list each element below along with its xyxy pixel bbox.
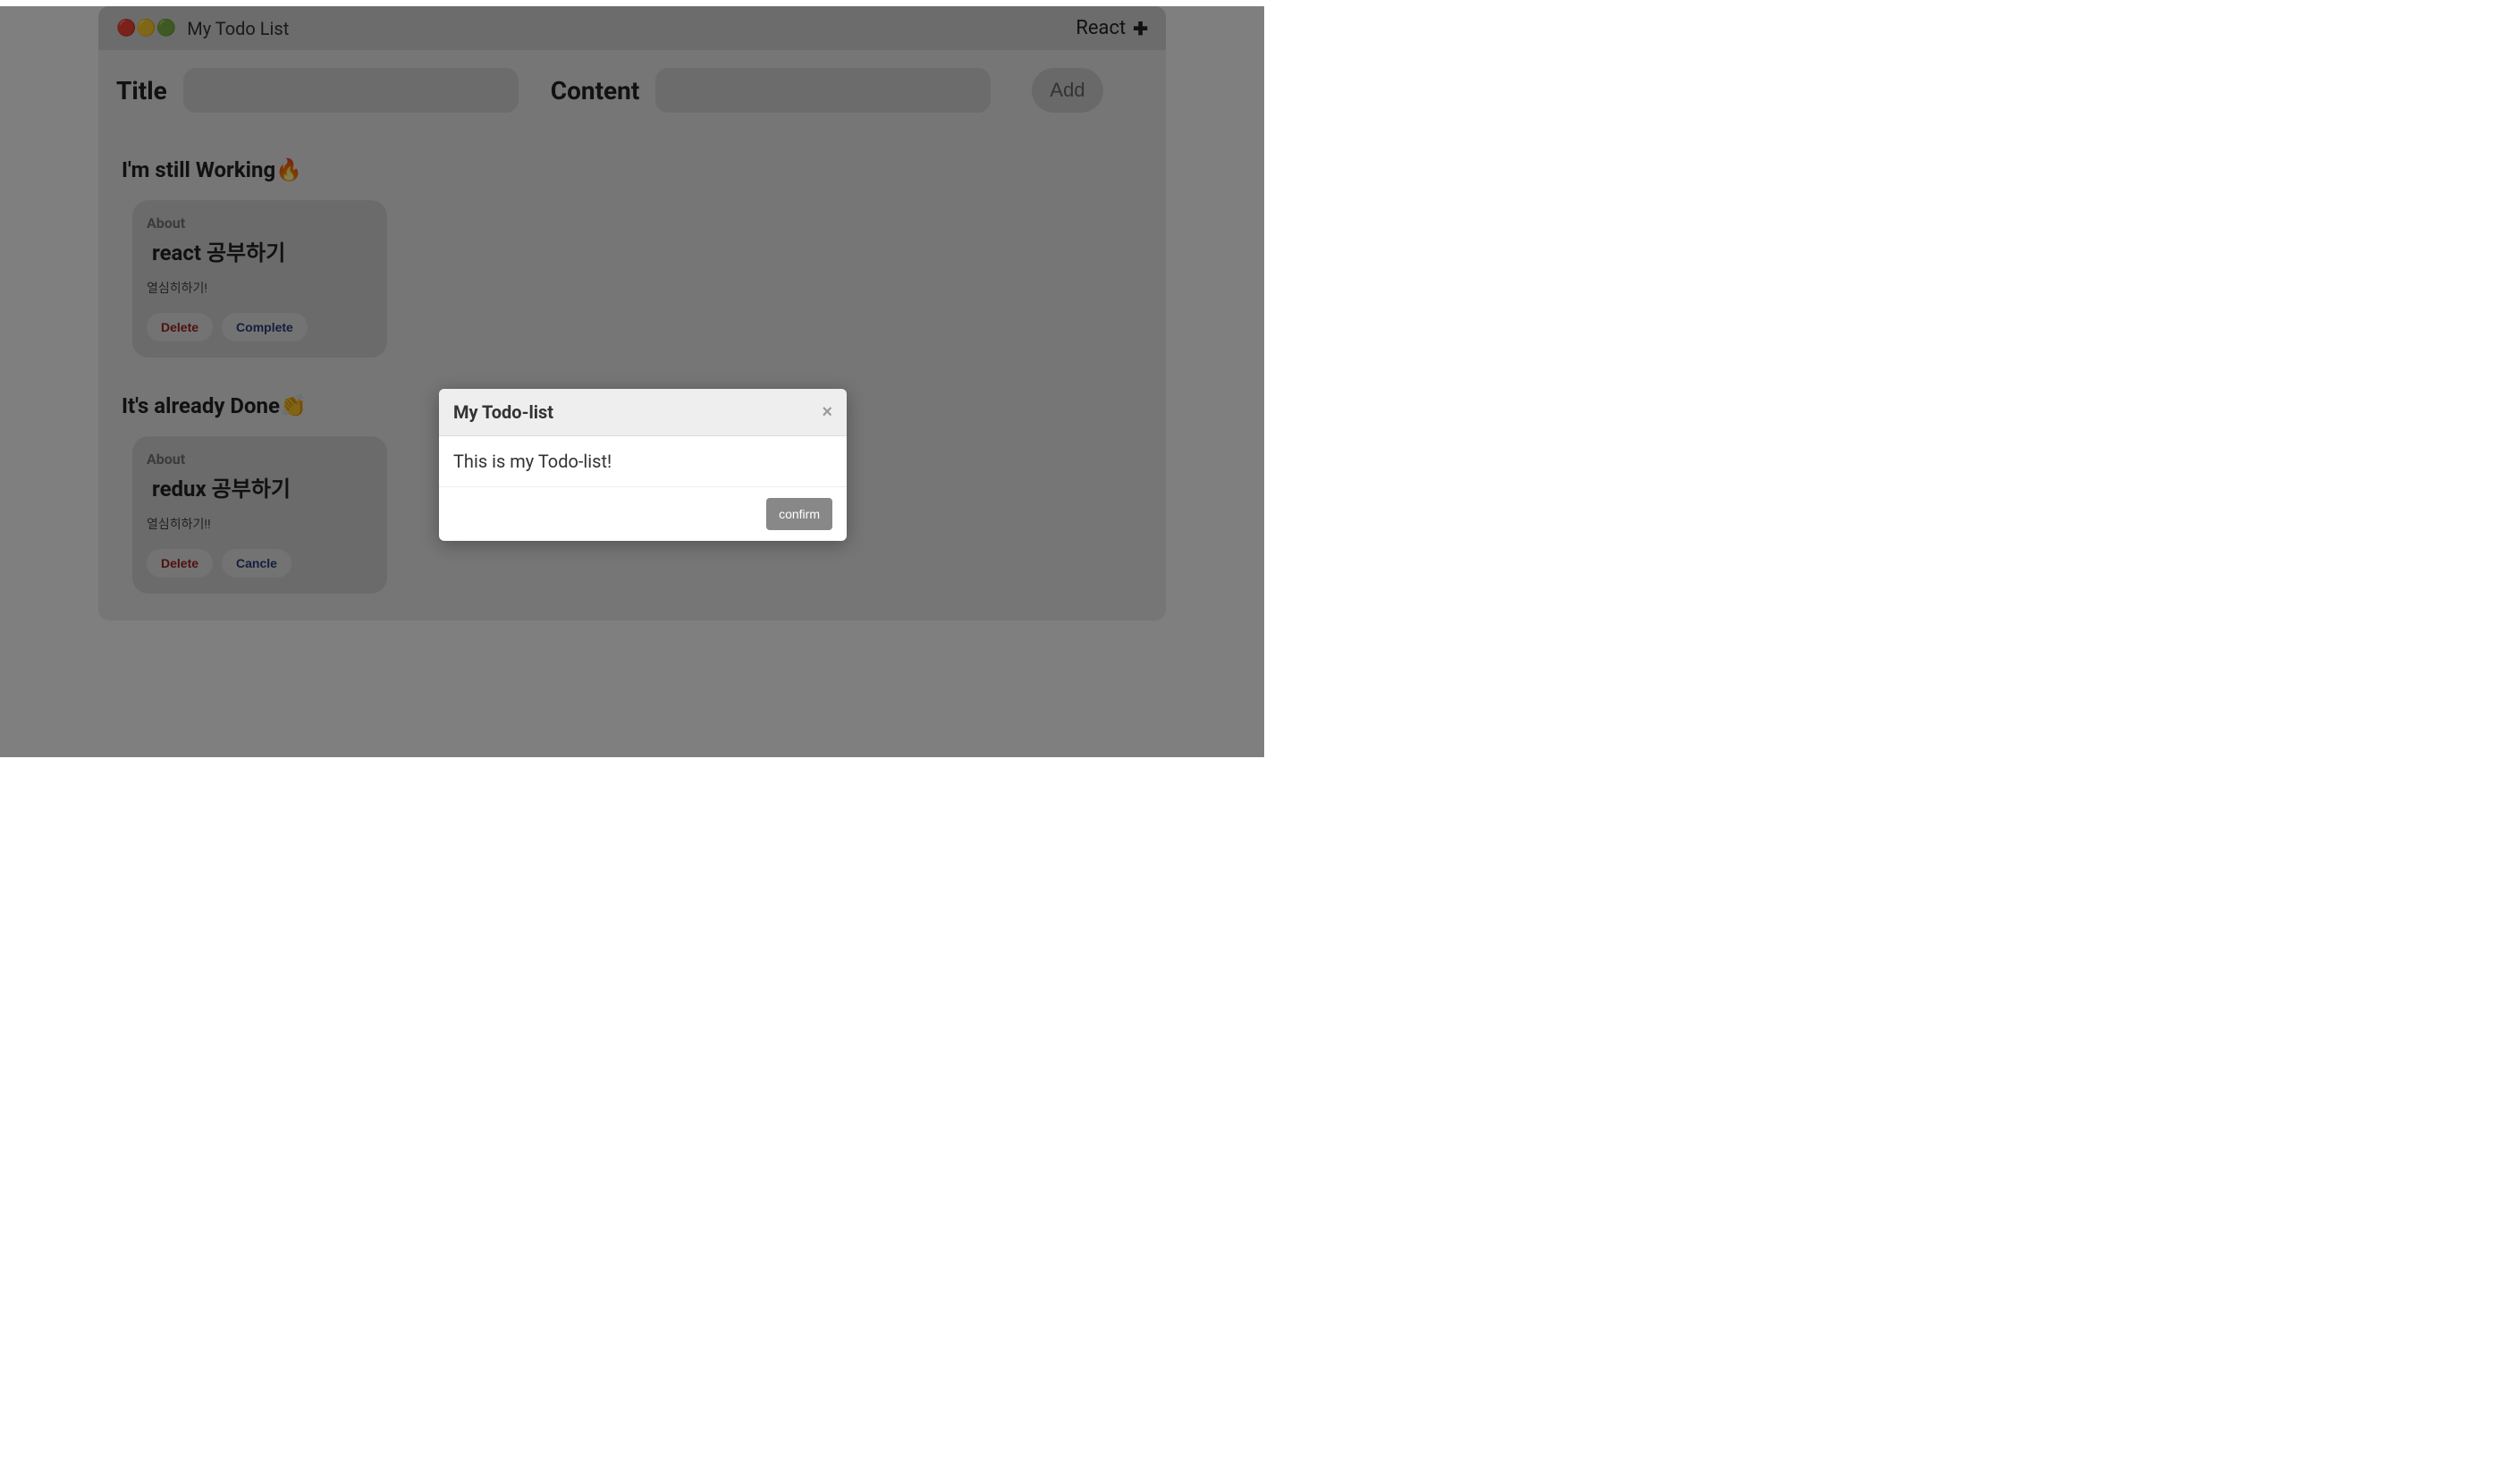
alert-modal: My Todo-list × This is my Todo-list! con… <box>439 389 847 541</box>
modal-overlay[interactable] <box>0 6 1264 757</box>
modal-header: My Todo-list × <box>439 389 847 436</box>
modal-body: This is my Todo-list! <box>439 436 847 487</box>
confirm-button[interactable]: confirm <box>766 498 832 530</box>
modal-footer: confirm <box>439 487 847 541</box>
modal-title: My Todo-list <box>453 401 553 423</box>
close-icon[interactable]: × <box>822 402 832 423</box>
